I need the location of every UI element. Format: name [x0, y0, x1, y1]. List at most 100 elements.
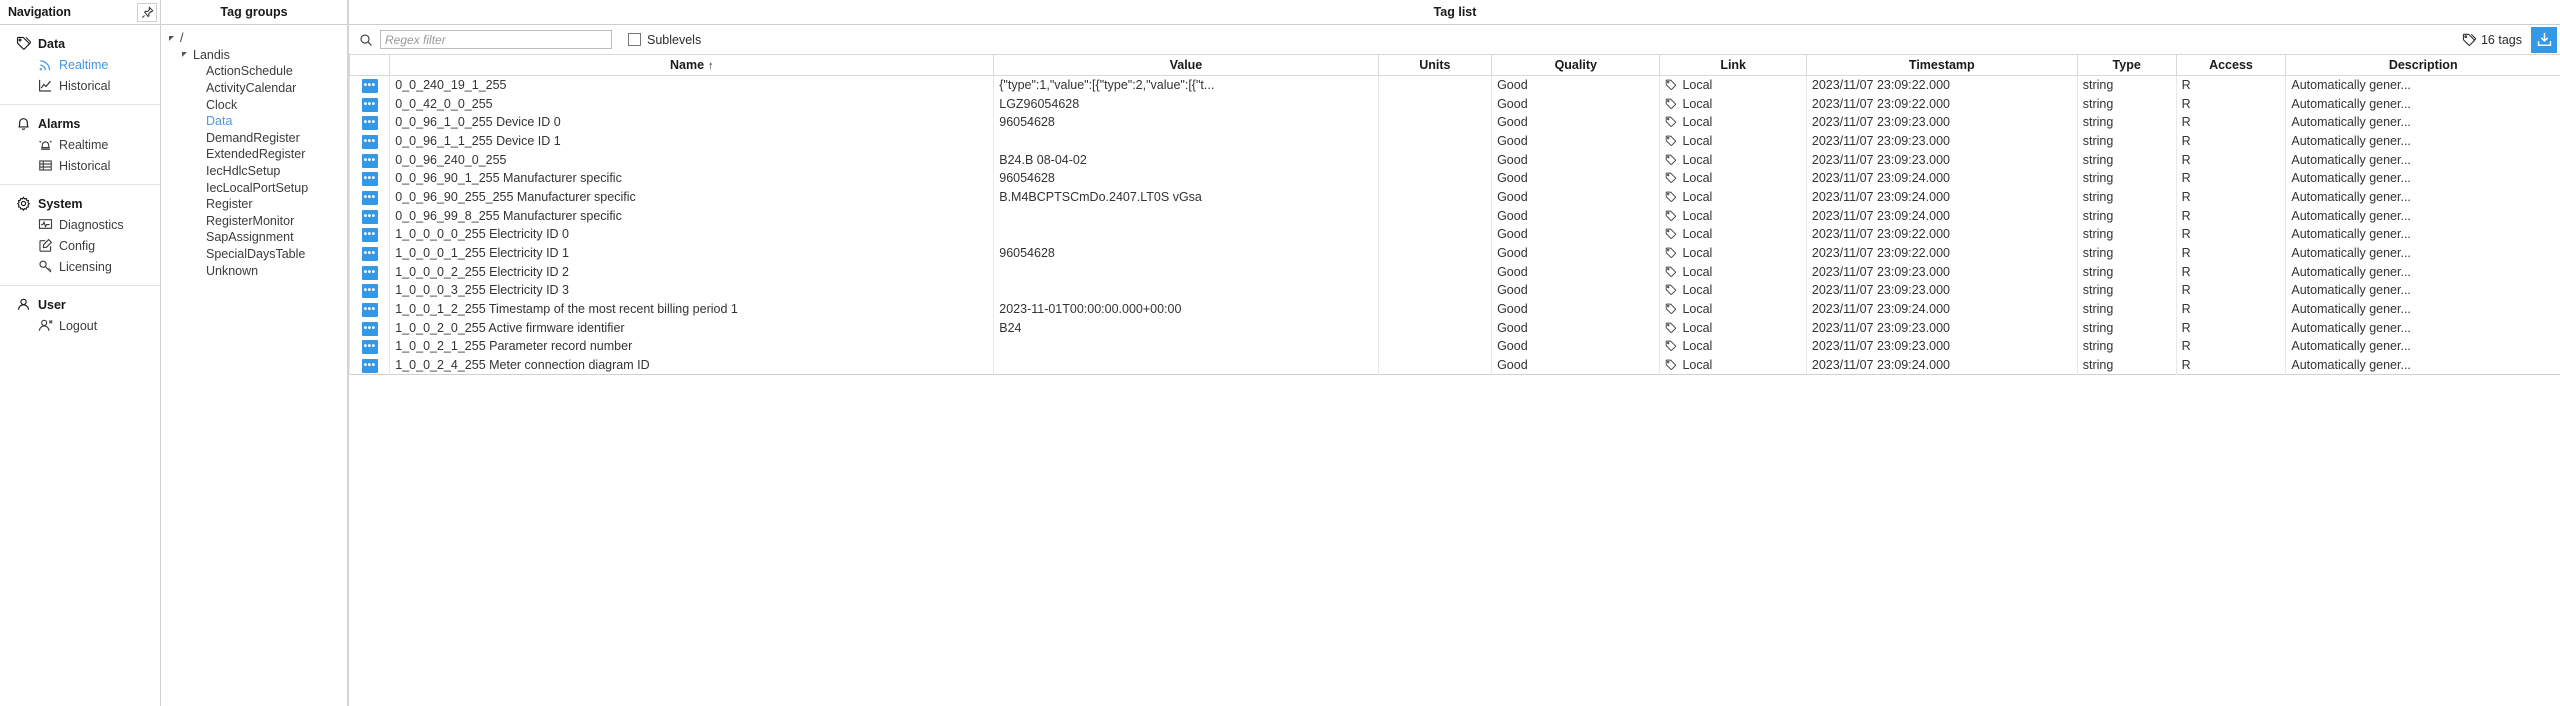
row-menu-button[interactable]: •••	[361, 228, 378, 243]
sidebar-item-label: Realtime	[59, 57, 109, 72]
nav-group-user: User	[0, 294, 160, 315]
table-row[interactable]: ••• 0_0_96_90_1_255 Manufacturer specific…	[349, 168, 2560, 188]
sidebar-item-diagnostics[interactable]: Diagnostics	[0, 214, 160, 235]
download-button[interactable]	[2531, 26, 2557, 53]
sidebar-item-alarms-historical[interactable]: Historical	[0, 155, 160, 176]
tree-expand-caret-icon[interactable]	[169, 35, 180, 41]
sidebar-item-data-historical[interactable]: Historical	[0, 75, 160, 96]
sidebar-item-alarms-realtime[interactable]: Realtime	[0, 134, 160, 155]
search-input[interactable]	[380, 30, 612, 49]
cell-timestamp-text: 2023/11/07 23:09:23.000	[1811, 264, 1950, 279]
column-header-units[interactable]: Units	[1377, 54, 1493, 76]
tree-item[interactable]: Register	[161, 196, 347, 213]
row-menu-button[interactable]: •••	[361, 79, 378, 94]
column-header-quality[interactable]: Quality	[1491, 54, 1661, 76]
table-row[interactable]: ••• 1_0_0_2_0_255 Active firmware identif…	[349, 318, 2560, 338]
column-header-link[interactable]: Link	[1659, 54, 1807, 76]
table-row[interactable]: ••• 0_0_240_19_1_255 {"type":1,"value":[{"…	[349, 75, 2560, 95]
link-cell-inner: Local	[1665, 339, 1800, 353]
table-row[interactable]: ••• 0_0_96_90_255_255 Manufacturer specif…	[349, 187, 2560, 207]
row-menu-button[interactable]: •••	[361, 321, 378, 336]
cell-name: 0_0_42_0_0_255	[389, 94, 995, 113]
table-row[interactable]: ••• 1_0_0_2_4_255 Meter connection diagra…	[349, 355, 2560, 375]
tree-item[interactable]: SpecialDaysTable	[161, 246, 347, 263]
row-menu-button[interactable]: •••	[361, 134, 378, 149]
sidebar-item-data-realtime[interactable]: Realtime	[0, 54, 160, 75]
tree-item[interactable]: Landis	[161, 47, 347, 64]
sublevels-checkbox-box[interactable]	[628, 33, 641, 46]
row-menu-button[interactable]: •••	[361, 358, 378, 373]
table-row[interactable]: ••• 1_0_0_2_1_255 Parameter record number…	[349, 337, 2560, 356]
column-header-name[interactable]: Name ↑	[389, 54, 995, 76]
cell-timestamp: 2023/11/07 23:09:23.000	[1805, 337, 2078, 356]
tree-item[interactable]: /	[161, 30, 347, 47]
tree-item[interactable]: DemandRegister	[161, 130, 347, 147]
table-row[interactable]: ••• 1_0_0_0_0_255 Electricity ID 0 Good Loc…	[349, 225, 2560, 244]
tree-item[interactable]: ExtendedRegister	[161, 146, 347, 163]
row-menu-button[interactable]: •••	[361, 97, 378, 112]
row-menu-button[interactable]: •••	[361, 247, 378, 262]
cell-link-label: Local	[1682, 302, 1713, 317]
column-header-timestamp[interactable]: Timestamp	[1805, 54, 2078, 76]
tree-item[interactable]: Data	[161, 113, 347, 130]
nav-group-alarms: Alarms	[0, 113, 160, 134]
table-row[interactable]: ••• 0_0_42_0_0_255 LGZ96054628 Good Local 202…	[349, 94, 2560, 113]
tree-item[interactable]: IecLocalPortSetup	[161, 179, 347, 196]
row-menu-button[interactable]: •••	[361, 153, 378, 168]
row-actions-cell: •••	[349, 131, 391, 151]
sidebar-item-label: Historical	[59, 78, 111, 93]
sidebar-item-licensing[interactable]: Licensing	[0, 256, 160, 277]
cell-timestamp-text: 2023/11/07 23:09:24.000	[1811, 357, 1950, 372]
column-header-access[interactable]: Access	[2175, 54, 2287, 76]
sidebar-item-config[interactable]: Config	[0, 235, 160, 256]
table-row[interactable]: ••• 1_0_0_0_2_255 Electricity ID 2 Good Loc…	[349, 262, 2560, 282]
cell-type-text: string	[2082, 78, 2114, 93]
tree-expand-caret-icon[interactable]	[182, 52, 193, 58]
cell-timestamp: 2023/11/07 23:09:24.000	[1805, 168, 2078, 188]
tree-item[interactable]: Unknown	[161, 262, 347, 279]
tree-item[interactable]: RegisterMonitor	[161, 213, 347, 230]
table-row[interactable]: ••• 0_0_96_240_0_255 B24.B 08-04-02 Good Loc…	[349, 150, 2560, 169]
user-icon	[17, 298, 30, 310]
row-menu-button[interactable]: •••	[361, 209, 378, 224]
column-header-type[interactable]: Type	[2076, 54, 2177, 76]
sidebar-item-logout[interactable]: Logout	[0, 315, 160, 336]
table-row[interactable]: ••• 0_0_96_1_0_255 Device ID 0 96054628 Goo…	[349, 112, 2560, 132]
row-menu-button[interactable]: •••	[361, 340, 378, 355]
table-row[interactable]: ••• 1_0_0_1_2_255 Timestamp of the most r…	[349, 299, 2560, 319]
nav-group-label: System	[38, 196, 83, 211]
tree-item[interactable]: ActivityCalendar	[161, 80, 347, 97]
row-actions-cell: •••	[349, 262, 391, 282]
cell-description: Automatically gener...	[2285, 75, 2560, 95]
cell-quality-text: Good	[1497, 189, 1528, 204]
tree-item[interactable]: SapAssignment	[161, 229, 347, 246]
row-actions-cell: •••	[349, 75, 391, 95]
tree-item[interactable]: IecHdlcSetup	[161, 163, 347, 180]
table-row[interactable]: ••• 0_0_96_1_1_255 Device ID 1 Good Local 20…	[349, 131, 2560, 151]
tree-item[interactable]: ActionSchedule	[161, 63, 347, 80]
table-row[interactable]: ••• 1_0_0_0_1_255 Electricity ID 1 9605462…	[349, 243, 2560, 263]
row-menu-button[interactable]: •••	[361, 284, 378, 299]
column-header-description[interactable]: Description	[2285, 54, 2560, 76]
row-menu-button[interactable]: •••	[361, 190, 378, 205]
row-menu-button[interactable]: •••	[361, 303, 378, 318]
siren-icon	[39, 140, 52, 150]
cell-description-text: Automatically gener...	[2291, 152, 2411, 167]
cell-type: string	[2076, 131, 2177, 151]
row-menu-button[interactable]: •••	[361, 172, 378, 187]
row-menu-button[interactable]: •••	[361, 116, 378, 131]
cell-value: B24.B 08-04-02	[993, 150, 1379, 169]
pin-icon[interactable]	[137, 2, 157, 22]
row-menu-button[interactable]: •••	[361, 265, 378, 280]
sublevels-checkbox[interactable]: Sublevels	[628, 33, 701, 47]
tag-table-wrapper[interactable]: Name ↑ Value Units Quality Link Timestamp Type A…	[349, 54, 2560, 706]
column-header-value[interactable]: Value	[993, 54, 1379, 76]
cell-description-text: Automatically gener...	[2291, 133, 2411, 148]
table-row[interactable]: ••• 0_0_96_99_8_255 Manufacturer specific…	[349, 206, 2560, 225]
cell-type-text: string	[2082, 302, 2114, 317]
cell-access-text: R	[2181, 227, 2191, 242]
tree-item[interactable]: Clock	[161, 96, 347, 113]
cell-access: R	[2175, 299, 2287, 319]
cell-timestamp: 2023/11/07 23:09:23.000	[1805, 112, 2078, 132]
table-row[interactable]: ••• 1_0_0_0_3_255 Electricity ID 3 Good Loc…	[349, 281, 2560, 300]
